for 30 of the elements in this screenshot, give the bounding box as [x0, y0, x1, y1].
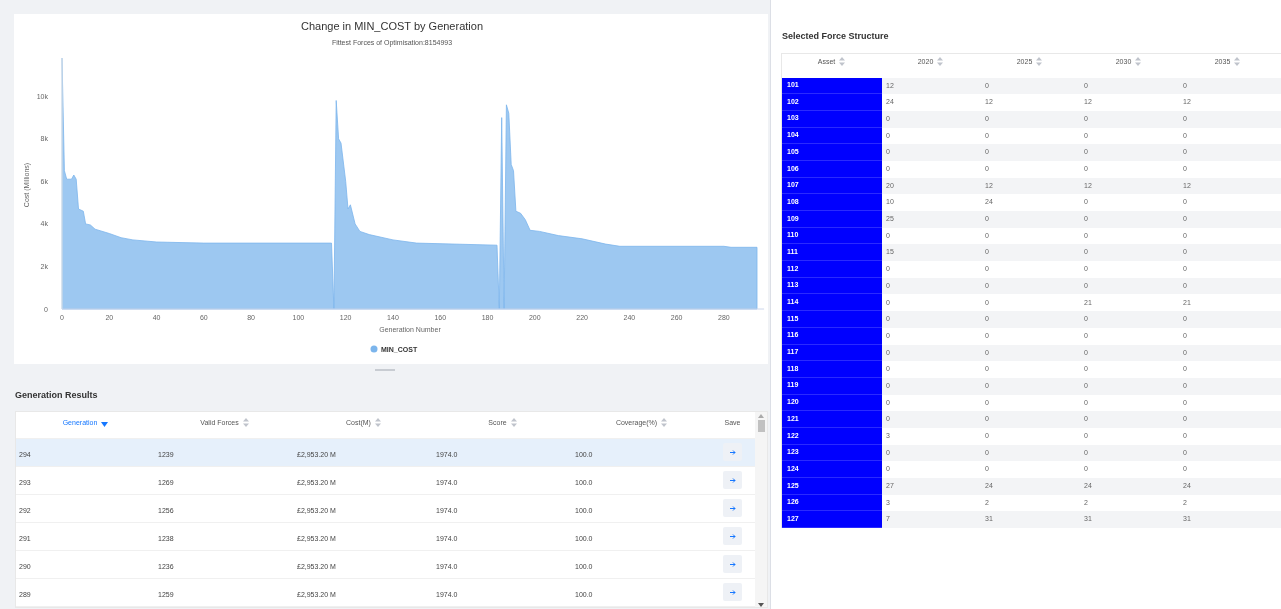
splitter-handle[interactable] [375, 369, 396, 371]
arrow-right-icon [729, 533, 736, 539]
arrow-right-icon [729, 589, 736, 595]
sort-icon[interactable] [1135, 57, 1142, 67]
sort-descending-icon[interactable] [101, 421, 109, 427]
arrow-right-icon [729, 505, 736, 511]
save-button[interactable] [723, 471, 742, 490]
arrow-right-icon [729, 449, 736, 455]
sort-icon[interactable] [839, 57, 846, 67]
save-button[interactable] [723, 527, 742, 546]
sort-icon[interactable] [1234, 57, 1241, 67]
sort-icon[interactable] [510, 418, 517, 428]
save-button[interactable] [723, 499, 742, 518]
sort-icon[interactable] [661, 418, 668, 428]
save-button[interactable] [723, 583, 742, 602]
sort-icon[interactable] [937, 57, 944, 67]
sort-icon[interactable] [242, 418, 249, 428]
section-title: Selected Force Structure [782, 30, 889, 43]
section-title: Generation Results [15, 389, 98, 402]
save-button[interactable] [723, 555, 742, 574]
scroll-down-icon[interactable] [758, 602, 764, 607]
sort-icon[interactable] [374, 418, 381, 428]
scrollbar[interactable] [755, 411, 767, 607]
arrow-right-icon [729, 477, 736, 483]
sort-icon[interactable] [1036, 57, 1043, 67]
arrow-right-icon [729, 561, 736, 567]
legend-marker[interactable] [370, 345, 378, 353]
scrollbar-thumb[interactable] [757, 419, 765, 432]
save-button[interactable] [723, 443, 742, 462]
chart-title: Change in MIN_COST by Generation [301, 20, 483, 32]
